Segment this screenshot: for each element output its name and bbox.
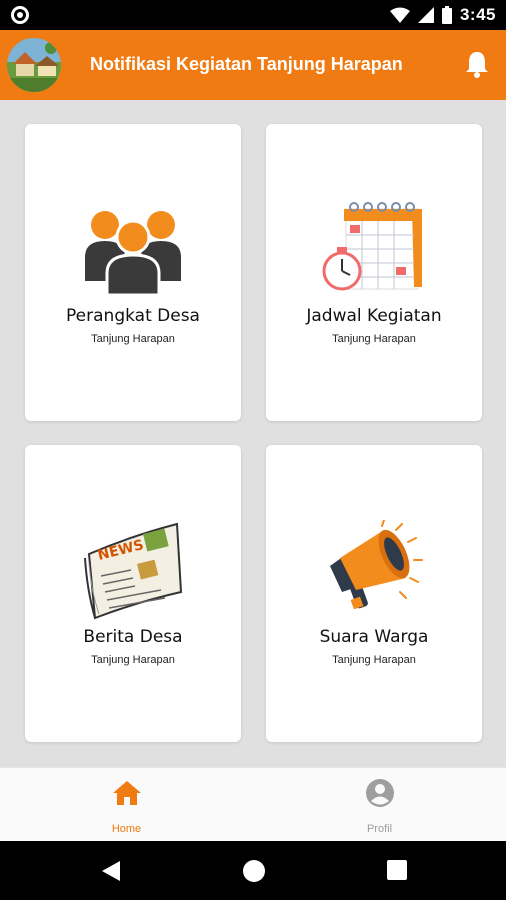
back-icon[interactable] <box>100 859 122 883</box>
bell-icon[interactable] <box>464 50 490 78</box>
bottom-navigation: Home Profil <box>0 767 506 841</box>
megaphone-icon <box>330 520 423 610</box>
card-berita-desa[interactable]: NEWS Berita Desa Tanjung Harapan <box>25 445 241 742</box>
nav-label-profil: Profil <box>366 823 393 835</box>
signal-icon <box>417 7 434 23</box>
clock-time: 3:45 <box>459 5 496 24</box>
battery-icon <box>441 6 452 24</box>
newspaper-icon: NEWS <box>84 522 183 620</box>
profile-icon <box>366 779 394 807</box>
app-logo <box>7 38 61 92</box>
card-subtitle: Tanjung Harapan <box>91 333 175 345</box>
card-title: Suara Warga <box>319 627 429 647</box>
recents-icon[interactable] <box>386 859 408 881</box>
card-subtitle: Tanjung Harapan <box>332 654 416 666</box>
card-subtitle: Tanjung Harapan <box>332 333 416 345</box>
home-button-icon[interactable] <box>242 859 266 883</box>
card-perangkat-desa[interactable]: Perangkat Desa Tanjung Harapan <box>25 124 241 421</box>
app-title: Notifikasi Kegiatan Tanjung Harapan <box>90 54 403 74</box>
card-title: Jadwal Kegiatan <box>306 306 442 326</box>
people-icon <box>85 211 181 295</box>
notification-circle-icon <box>11 6 29 24</box>
card-jadwal-kegiatan[interactable]: Jadwal Kegiatan Tanjung Harapan <box>266 124 482 421</box>
card-title: Berita Desa <box>83 627 183 647</box>
card-subtitle: Tanjung Harapan <box>91 654 175 666</box>
app-bar: Notifikasi Kegiatan Tanjung Harapan <box>0 30 506 100</box>
system-navigation-bar <box>0 841 506 900</box>
wifi-icon <box>389 7 410 23</box>
card-suara-warga[interactable]: Suara Warga Tanjung Harapan <box>266 445 482 742</box>
status-bar: 3:45 <box>0 0 506 30</box>
menu-grid: Perangkat Desa Tanjung Harapan Jadwal Ke… <box>0 100 506 767</box>
card-title: Perangkat Desa <box>66 306 200 326</box>
home-icon <box>113 781 141 805</box>
nav-item-profil[interactable]: Profil <box>253 768 506 842</box>
calendar-icon <box>322 202 422 291</box>
nav-label-home: Home <box>111 823 142 835</box>
nav-item-home[interactable]: Home <box>0 768 253 842</box>
